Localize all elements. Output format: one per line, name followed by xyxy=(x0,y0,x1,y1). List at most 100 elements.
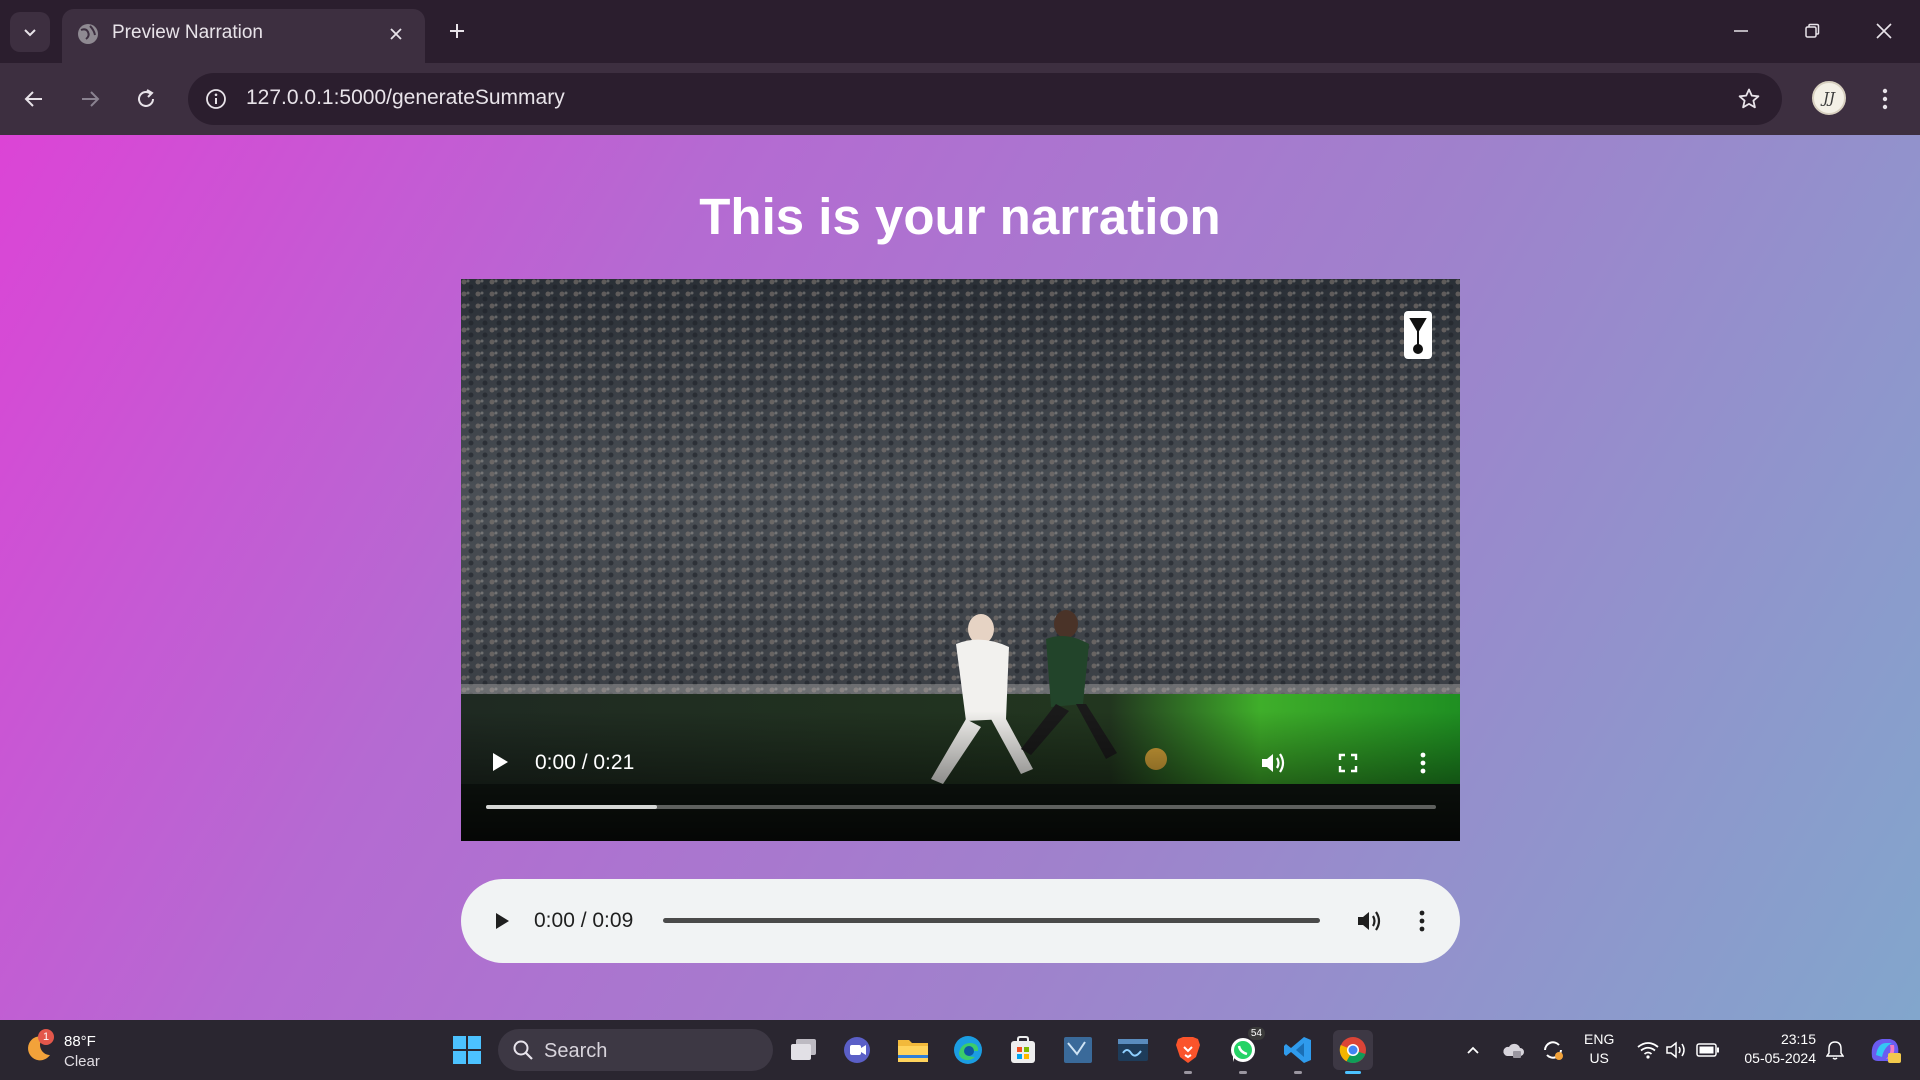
store-icon xyxy=(1011,1036,1035,1063)
language-indicator[interactable]: ENG US xyxy=(1584,1030,1614,1068)
plus-icon xyxy=(450,24,464,38)
bell-icon xyxy=(1826,1041,1844,1060)
tray-overflow-button[interactable] xyxy=(1458,1034,1488,1066)
audio-time-display: 0:00 / 0:09 xyxy=(534,909,634,932)
close-icon xyxy=(390,28,402,40)
battery-icon xyxy=(1696,1043,1719,1057)
video-player[interactable]: 0:00 / 0:21 xyxy=(461,279,1460,841)
taskbar-search[interactable]: Search xyxy=(498,1029,773,1071)
video-buffered-bar xyxy=(486,805,657,809)
taskbar-app-meet[interactable] xyxy=(838,1030,878,1070)
tray-wifi[interactable] xyxy=(1633,1034,1663,1066)
video-volume-button[interactable] xyxy=(1256,746,1290,780)
video-more-button[interactable] xyxy=(1406,746,1440,780)
tab-search-button[interactable] xyxy=(10,12,50,52)
taskbar-clock[interactable]: 23:15 05-05-2024 xyxy=(1736,1030,1816,1068)
sync-icon xyxy=(1544,1041,1563,1060)
video-time-display: 0:00 / 0:21 xyxy=(535,751,635,774)
windows-logo-icon xyxy=(453,1036,481,1064)
taskbar: 1 88°F Clear Search 54 ENG US 23:15 05-0… xyxy=(0,1020,1920,1080)
taskbar-search-label: Search xyxy=(544,1040,608,1062)
start-button[interactable] xyxy=(450,1033,484,1067)
video-play-button[interactable] xyxy=(485,747,515,777)
arrow-right-icon xyxy=(82,91,100,107)
copilot-button[interactable] xyxy=(1865,1034,1905,1066)
taskbar-app-vscode[interactable] xyxy=(1278,1030,1318,1074)
more-vertical-icon xyxy=(1882,88,1888,110)
forward-button[interactable] xyxy=(68,77,112,121)
folder-icon xyxy=(898,1040,928,1062)
page-title: This is your narration xyxy=(699,188,1221,245)
volume-icon xyxy=(1262,753,1285,773)
page-content: This is your narration 0:00 / 0:21 0:00 … xyxy=(0,135,1920,1020)
app-window-icon xyxy=(1064,1037,1092,1063)
star-icon xyxy=(1738,88,1760,109)
browser-toolbar: 127.0.0.1:5000/generateSummary JJ xyxy=(0,63,1920,135)
chevron-down-icon xyxy=(24,29,36,37)
address-bar[interactable]: 127.0.0.1:5000/generateSummary xyxy=(188,73,1782,125)
minimize-icon xyxy=(1734,30,1748,32)
restore-icon xyxy=(1805,23,1820,38)
language-line2: US xyxy=(1589,1050,1609,1066)
tray-battery[interactable] xyxy=(1693,1034,1723,1066)
clock-time: 23:15 xyxy=(1780,1031,1816,1047)
taskbar-app-editor[interactable] xyxy=(1058,1030,1098,1070)
chrome-icon xyxy=(1339,1037,1366,1064)
audio-progress-bar[interactable] xyxy=(663,918,1320,923)
audio-play-button[interactable] xyxy=(485,904,519,938)
video-fullscreen-button[interactable] xyxy=(1331,746,1365,780)
taskbar-app-mysql[interactable] xyxy=(1113,1030,1153,1070)
language-line1: ENG xyxy=(1584,1031,1615,1047)
restore-button[interactable] xyxy=(1780,6,1844,56)
taskbar-app-store[interactable] xyxy=(1003,1030,1043,1070)
browser-menu-button[interactable] xyxy=(1870,77,1900,121)
play-icon xyxy=(496,913,509,929)
url-text[interactable]: 127.0.0.1:5000/generateSummary xyxy=(246,86,565,110)
weather-temperature: 88°F xyxy=(64,1033,96,1050)
tray-sync[interactable] xyxy=(1538,1034,1568,1066)
vscode-icon xyxy=(1284,1037,1311,1063)
avatar-monogram-icon: JJ xyxy=(1822,89,1836,107)
arrow-left-icon xyxy=(24,91,42,107)
reload-icon xyxy=(138,89,154,107)
cloud-icon xyxy=(1503,1043,1524,1058)
search-icon xyxy=(513,1040,533,1060)
taskbar-app-brave[interactable] xyxy=(1168,1030,1208,1074)
tray-volume[interactable] xyxy=(1662,1034,1692,1066)
back-button[interactable] xyxy=(12,77,56,121)
tab-close-button[interactable] xyxy=(381,19,411,49)
database-workbench-icon xyxy=(1118,1039,1148,1061)
tray-onedrive[interactable] xyxy=(1498,1034,1528,1066)
taskbar-app-edge[interactable] xyxy=(948,1030,988,1070)
taskbar-app-file-explorer[interactable] xyxy=(893,1030,933,1070)
active-tab[interactable]: Preview Narration xyxy=(62,9,425,63)
new-tab-button[interactable] xyxy=(440,14,474,48)
notifications-button[interactable] xyxy=(1820,1034,1850,1066)
more-vertical-icon xyxy=(1420,752,1426,774)
minimize-button[interactable] xyxy=(1709,6,1773,56)
site-info-button[interactable] xyxy=(198,81,234,117)
running-indicator xyxy=(1294,1071,1302,1074)
play-icon xyxy=(493,753,508,771)
whatsapp-unread-badge: 54 xyxy=(1247,1027,1265,1040)
info-icon xyxy=(206,89,226,109)
audio-more-button[interactable] xyxy=(1405,904,1439,938)
taskbar-app-whatsapp[interactable]: 54 xyxy=(1223,1027,1265,1074)
profile-avatar[interactable]: JJ xyxy=(1812,81,1846,115)
audio-player[interactable]: 0:00 / 0:09 xyxy=(461,879,1460,963)
taskbar-app-window[interactable] xyxy=(784,1030,824,1070)
audio-volume-button[interactable] xyxy=(1352,904,1386,938)
video-progress-bar[interactable] xyxy=(486,805,1436,809)
bookmark-button[interactable] xyxy=(1732,82,1766,116)
weather-widget[interactable]: 1 88°F Clear xyxy=(22,1027,142,1073)
close-window-button[interactable] xyxy=(1852,6,1916,56)
copilot-icon xyxy=(1871,1039,1901,1063)
window-icon xyxy=(791,1039,816,1060)
active-indicator xyxy=(1345,1071,1361,1074)
tab-strip: Preview Narration xyxy=(0,0,1920,63)
taskbar-app-chrome[interactable] xyxy=(1333,1030,1373,1074)
video-call-icon xyxy=(844,1037,870,1063)
more-vertical-icon xyxy=(1419,910,1425,932)
reload-button[interactable] xyxy=(124,77,168,121)
clock-date: 05-05-2024 xyxy=(1744,1050,1816,1066)
